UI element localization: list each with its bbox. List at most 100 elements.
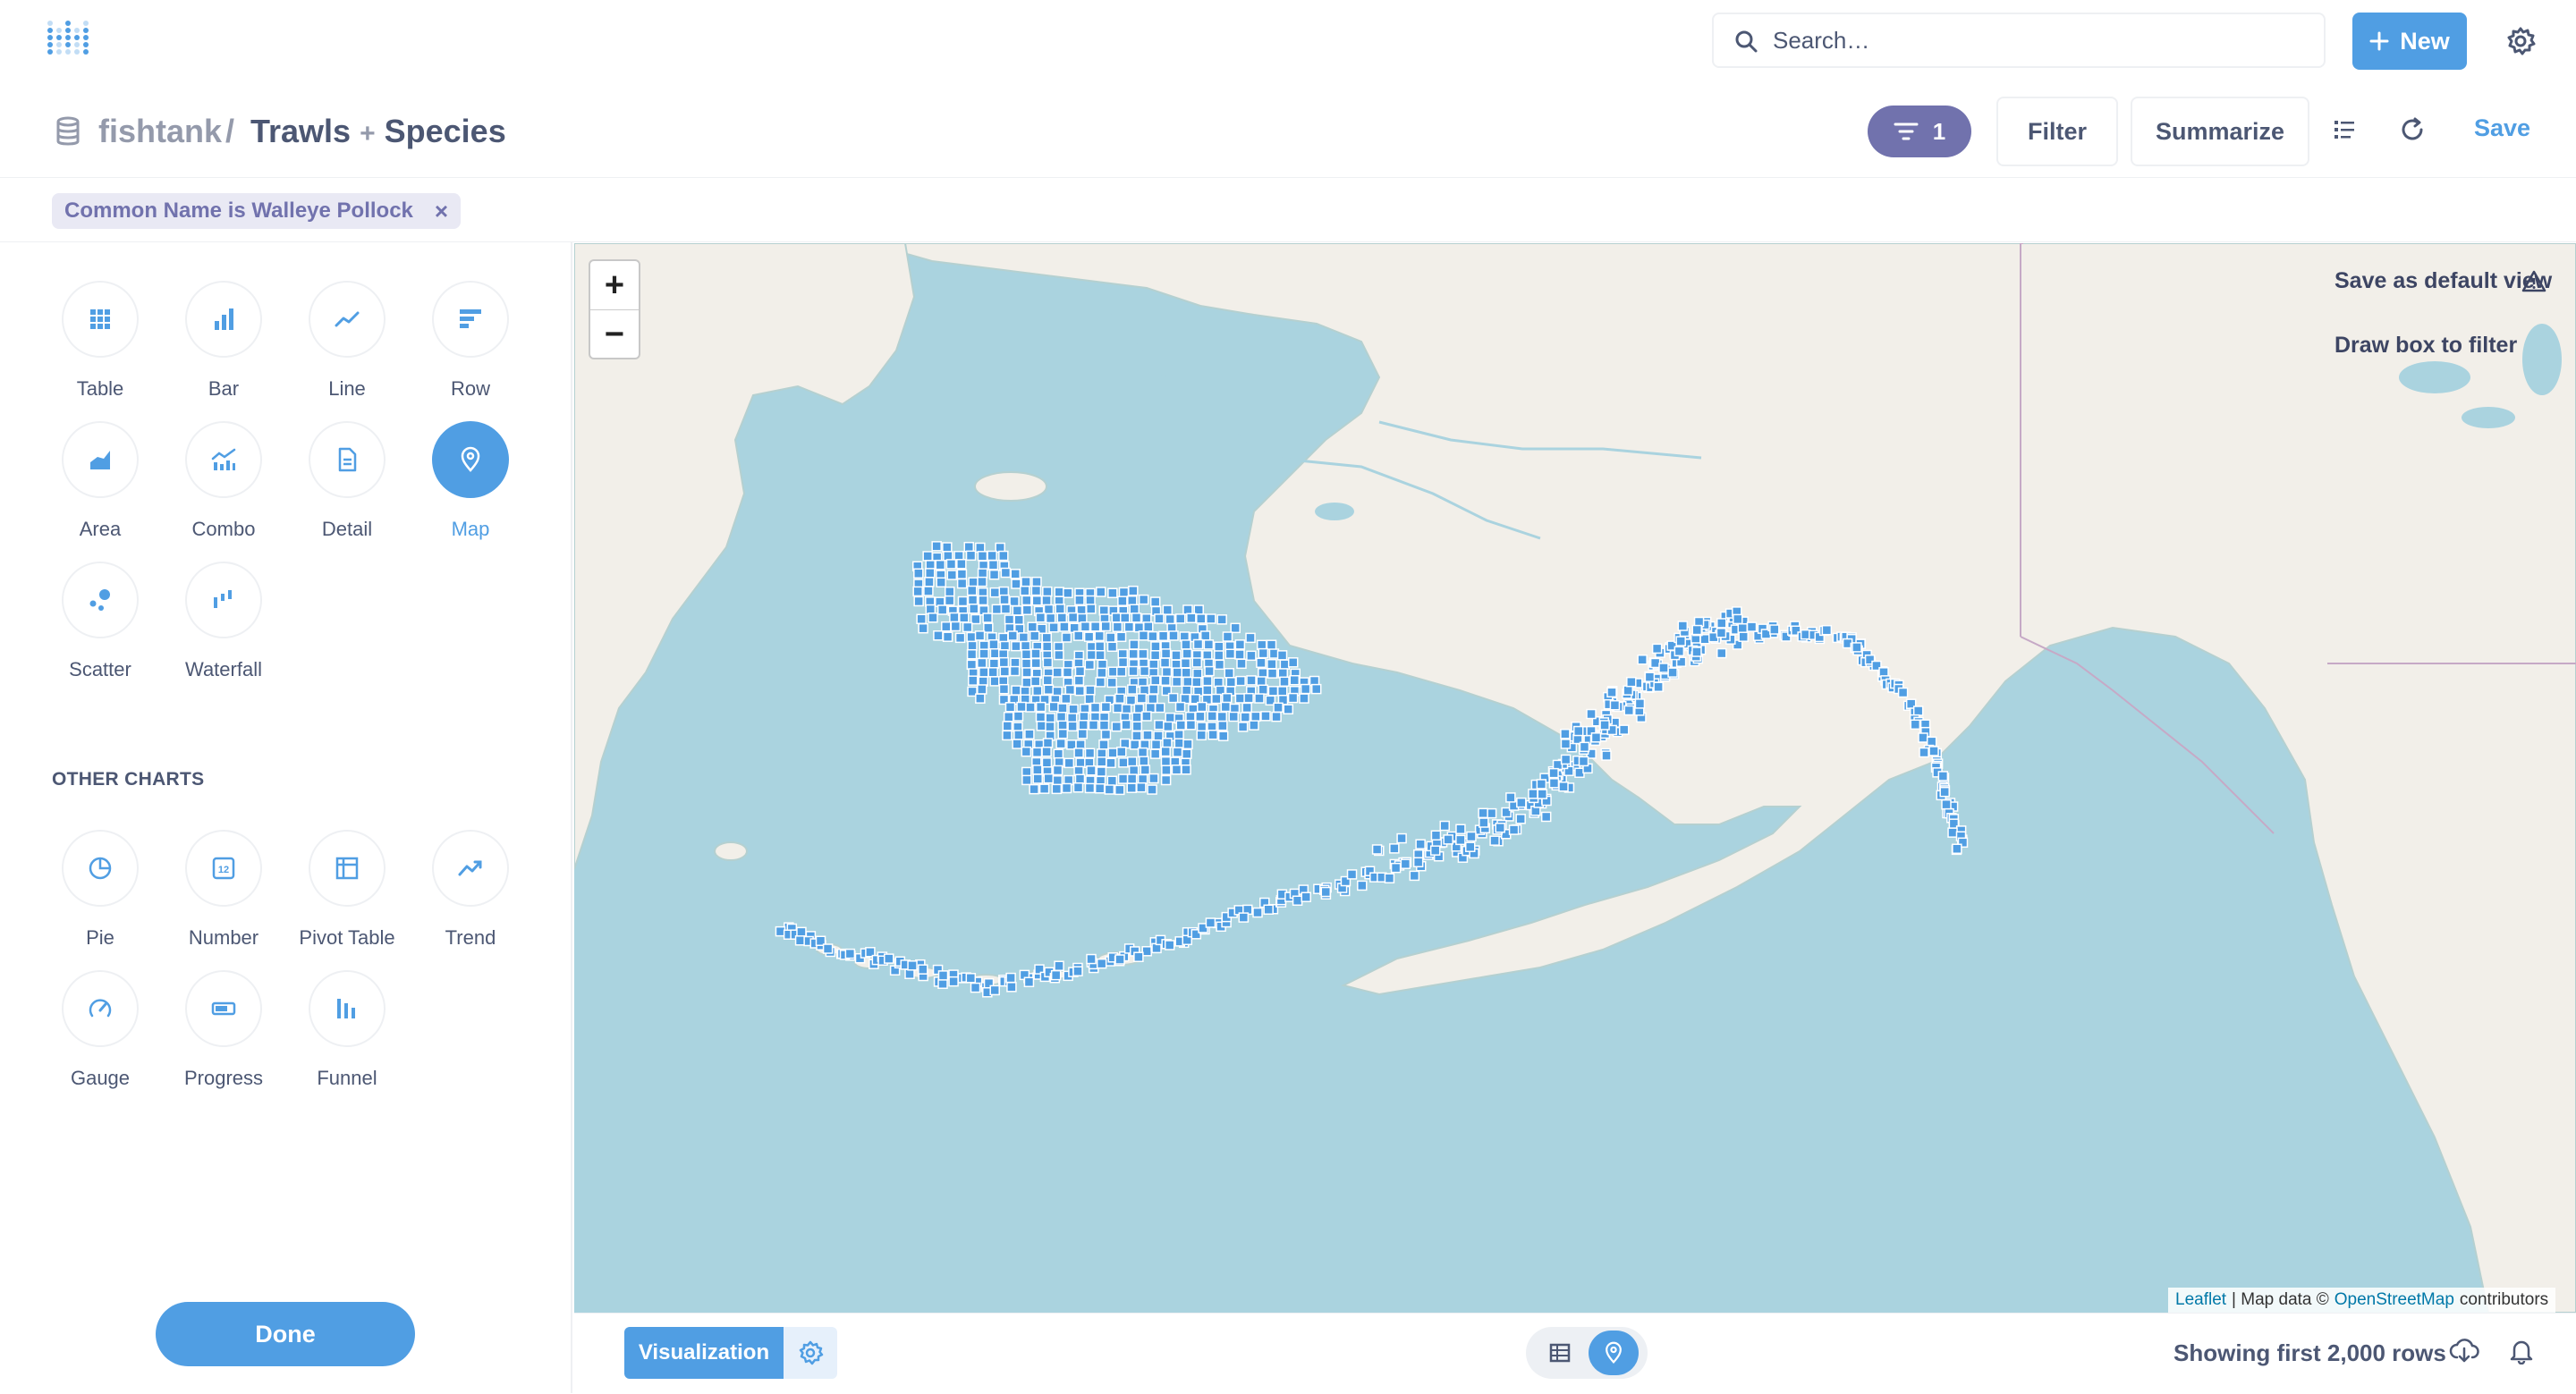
trawl-pin [1919,747,1929,758]
search-input[interactable] [1773,14,2309,66]
settings-gear-icon[interactable] [2504,25,2537,57]
breadcrumb-database[interactable]: fishtank [98,113,222,150]
draw-box-filter-button[interactable]: Draw box to filter [2334,333,2517,359]
trawl-pin [1095,650,1106,661]
trawl-pin [988,569,1000,580]
trawl-pin [1139,756,1149,766]
chart-type-number[interactable]: 12 Number [170,830,277,950]
chart-type-row[interactable]: Row [417,281,524,401]
chart-type-trend[interactable]: Trend [417,830,524,950]
trawl-pin [944,595,955,606]
zoom-in-button[interactable]: + [590,261,639,309]
page-title[interactable]: Trawls + Species [250,113,506,150]
trawl-pin [1195,711,1206,722]
trawl-pin [1088,720,1099,731]
trawl-pin [1276,650,1288,661]
trawl-pin [1061,693,1072,705]
chart-type-gauge[interactable]: Gauge [47,970,154,1090]
chart-type-line[interactable]: Line [293,281,401,401]
trawl-pin [1138,630,1149,641]
trawl-pin [1171,765,1182,775]
trawl-pin [1107,587,1118,598]
trawl-pin [1912,705,1924,716]
trawl-pin [966,631,977,643]
chart-type-map[interactable]: Map [417,421,524,541]
trawl-pin [1143,621,1154,632]
trawl-pin [1025,702,1036,713]
trawl-pin [1161,666,1173,678]
chart-type-bar[interactable]: Bar [170,281,277,401]
chart-type-label: Gauge [70,1067,131,1089]
table-view-toggle[interactable] [1535,1331,1585,1375]
chart-type-label: Progress [183,1067,264,1089]
openstreetmap-link[interactable]: OpenStreetMap [2334,1290,2454,1310]
filter-button[interactable]: Filter [1996,97,2118,166]
chart-type-combo[interactable]: Combo [170,421,277,541]
chart-type-area[interactable]: Area [47,421,154,541]
chart-type-label: Trend [445,926,496,949]
summarize-button[interactable]: Summarize [2131,97,2309,166]
trawl-pin [907,960,918,971]
trawl-pin [1172,747,1183,757]
trawl-pin [956,559,967,570]
notebook-editor-icon[interactable] [2333,118,2356,141]
trawl-pin [1240,712,1251,722]
trawl-pin [1489,835,1500,846]
trawl-pin [1658,663,1669,673]
trawl-pin [1032,685,1043,697]
trawl-pin [1125,695,1137,705]
chart-type-funnel[interactable]: Funnel [293,970,401,1090]
trawl-pin [1128,765,1140,776]
active-filter-pill[interactable]: Common Name is Walleye Pollock × [52,193,462,229]
trawl-pin [1106,677,1117,689]
trawl-pin [1182,748,1192,759]
trawl-pin [968,577,979,587]
trawl-pin [998,550,1009,562]
funnel-icon [337,999,355,1018]
chart-type-waterfall[interactable]: Waterfall [170,562,277,681]
trawl-pin [1634,698,1646,709]
trawl-pin [1131,731,1142,741]
visualization-settings-button[interactable] [784,1327,837,1379]
leaflet-link[interactable]: Leaflet [2175,1290,2226,1310]
trawl-pin [1486,807,1497,819]
number-icon: 12 [212,857,235,880]
trawl-pin [1167,692,1179,704]
chart-type-pivot-table[interactable]: Pivot Table [293,830,401,950]
trawl-pin [1228,711,1239,722]
trawl-pin [1041,595,1052,606]
chart-type-progress[interactable]: Progress [170,970,277,1090]
trawl-pin [1716,618,1727,629]
new-button[interactable]: New [2352,13,2467,70]
trawl-pin [1094,630,1105,642]
trawl-pin [1677,621,1689,631]
search-bar[interactable] [1712,13,2326,68]
chart-type-pie[interactable]: Pie [47,830,154,950]
filter-count-badge[interactable]: 1 [1868,106,1971,157]
trawl-pin [1439,820,1450,832]
waterfall-icon [214,590,232,608]
warning-icon [2521,268,2547,295]
metabase-logo-icon[interactable] [47,20,97,63]
map-view-toggle[interactable] [1589,1331,1639,1375]
trawl-pin [1042,675,1054,686]
pin-map[interactable] [574,243,2576,1313]
trawl-pin [1140,765,1151,775]
done-button[interactable]: Done [156,1302,415,1366]
trawl-pin [1011,640,1021,652]
download-icon[interactable] [2449,1338,2479,1364]
trawl-pin [1214,641,1224,652]
visualization-button[interactable]: Visualization [624,1327,784,1379]
bell-icon[interactable] [2508,1338,2535,1364]
remove-filter-icon[interactable]: × [435,198,448,225]
trawl-pin [1192,668,1203,680]
trawl-pin [1031,576,1042,587]
save-button[interactable]: Save [2474,114,2530,142]
chart-type-detail[interactable]: Detail [293,421,401,541]
zoom-out-button[interactable]: − [590,310,639,359]
refresh-icon[interactable] [2399,116,2426,143]
save-default-view-button[interactable]: Save as default view [2334,268,2552,294]
chart-type-table[interactable]: Table [47,281,154,401]
trawl-pin [1234,639,1246,650]
chart-type-scatter[interactable]: Scatter [47,562,154,681]
